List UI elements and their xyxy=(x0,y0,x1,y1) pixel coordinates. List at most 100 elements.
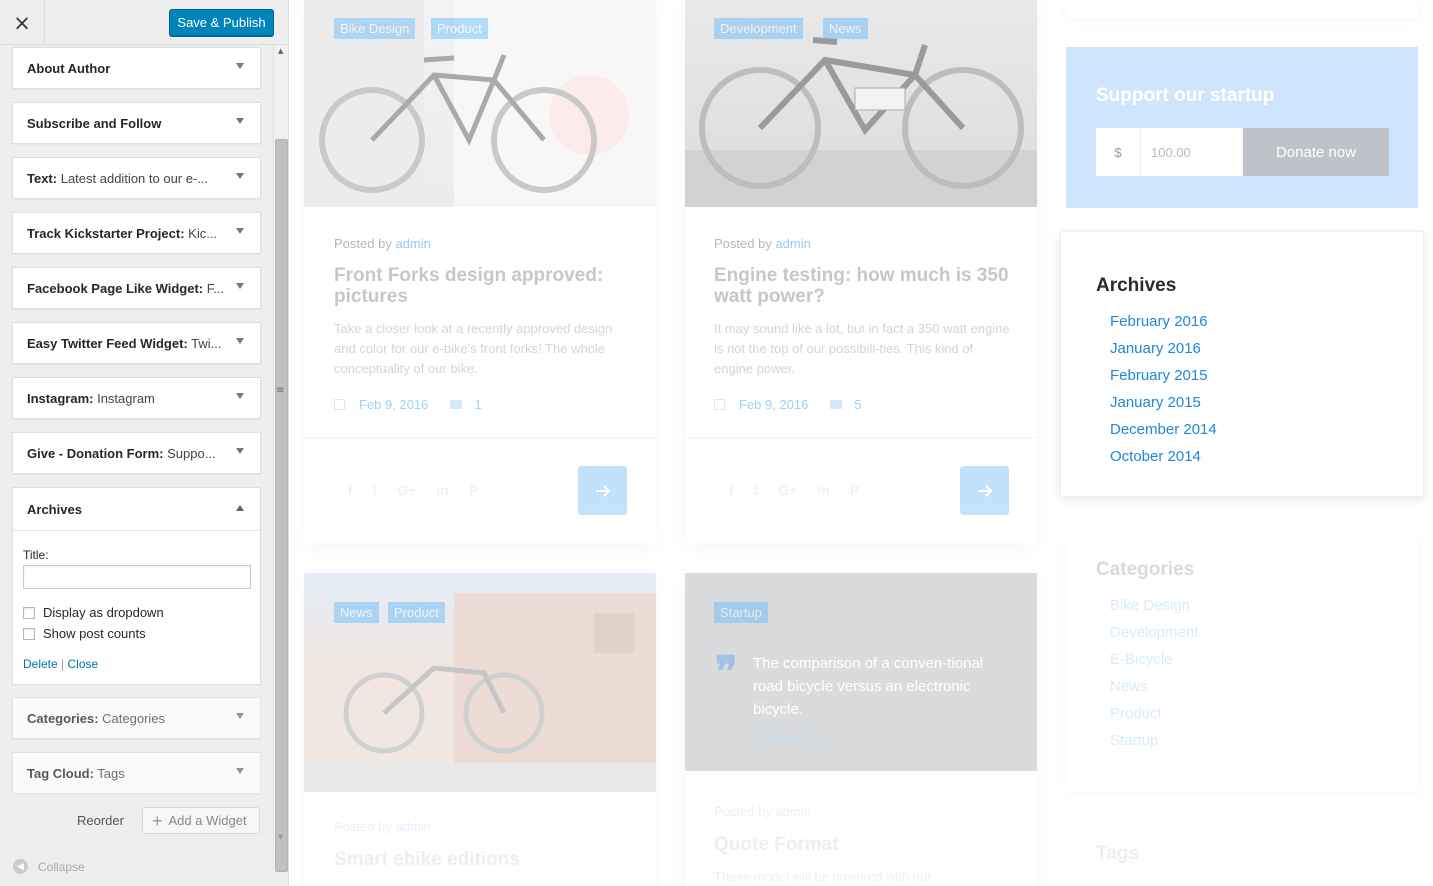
widget-archives-expanded: Archives Title: Display as dropdown Show… xyxy=(12,487,261,685)
widget-facebook-like[interactable]: Facebook Page Like Widget: F... xyxy=(12,267,261,309)
archive-link[interactable]: December 2014 xyxy=(1110,420,1217,447)
category-link[interactable]: E-Bicycle xyxy=(1110,650,1198,677)
linkedin-icon[interactable]: in xyxy=(436,482,448,498)
widget-tag-cloud[interactable]: Tag Cloud: Tags xyxy=(12,752,261,794)
chevron-down-icon[interactable] xyxy=(236,118,244,124)
author-link[interactable]: admin xyxy=(395,236,430,251)
widget-text[interactable]: Text: Latest addition to our e-... xyxy=(12,157,261,199)
postcounts-option[interactable]: Show post counts xyxy=(23,626,146,641)
chevron-down-icon[interactable] xyxy=(236,338,244,344)
category-link[interactable]: News xyxy=(1110,677,1198,704)
plus-icon: + xyxy=(152,810,163,831)
widget-kickstarter[interactable]: Track Kickstarter Project: Kic... xyxy=(12,212,261,254)
post-date: Feb 9, 2016 xyxy=(739,397,809,412)
pinterest-icon[interactable]: P xyxy=(850,482,859,498)
widget-title: Categories: Categories xyxy=(27,711,166,726)
customizer-sidebar: × Save & Publish About Author Subscribe … xyxy=(0,0,289,886)
quote-block: Startup ❞ The comparison of a conven-tio… xyxy=(685,573,1037,771)
archive-link[interactable]: February 2016 xyxy=(1110,312,1217,339)
chevron-down-icon[interactable] xyxy=(236,228,244,234)
scrollbar-thumb[interactable] xyxy=(275,139,288,872)
category-tag[interactable]: Product xyxy=(431,18,488,39)
category-link[interactable]: Product xyxy=(1110,704,1198,731)
widget-title: Archives xyxy=(27,502,82,517)
dropdown-option[interactable]: Display as dropdown xyxy=(23,605,164,620)
save-publish-button[interactable]: Save & Publish xyxy=(169,9,274,36)
chevron-down-icon[interactable] xyxy=(236,283,244,289)
widget-title: Instagram: Instagram xyxy=(27,391,155,406)
archive-link[interactable]: October 2014 xyxy=(1110,447,1217,474)
dropdown-checkbox[interactable] xyxy=(23,606,35,619)
category-tag[interactable]: News xyxy=(823,18,868,39)
post-title[interactable]: Smart ebike editions xyxy=(334,849,634,870)
category-tag[interactable]: Bike Design xyxy=(334,18,416,39)
widget-title: Give - Donation Form: Suppo... xyxy=(27,446,216,461)
site-preview: Bike Design Product Posted by admin Fron… xyxy=(289,0,1433,886)
close-icon[interactable]: × xyxy=(0,0,45,45)
archive-link[interactable]: January 2016 xyxy=(1110,339,1217,366)
title-input[interactable] xyxy=(23,565,251,589)
widget-about-author[interactable]: About Author xyxy=(12,47,261,89)
widget-actions: Delete | Close xyxy=(23,657,98,671)
widget-title: Facebook Page Like Widget: F... xyxy=(27,281,225,296)
category-tag[interactable]: Development xyxy=(714,18,803,39)
chevron-down-icon[interactable] xyxy=(236,393,244,399)
collapse-arrow-icon: ◀ xyxy=(13,859,28,874)
tags-title: Tags xyxy=(1096,843,1139,864)
read-more-button[interactable] xyxy=(960,466,1009,515)
delete-link[interactable]: Delete xyxy=(23,657,58,671)
category-link[interactable]: Startup xyxy=(1110,731,1198,758)
google-plus-icon[interactable]: G+ xyxy=(397,482,416,498)
donation-amount-input[interactable]: 100.00 xyxy=(1141,128,1243,176)
chevron-down-icon[interactable] xyxy=(236,448,244,454)
collapse-button[interactable]: ◀ Collapse xyxy=(13,859,85,874)
category-tag[interactable]: News xyxy=(334,602,379,623)
post-title[interactable]: Engine testing: how much is 350 watt pow… xyxy=(714,265,1014,307)
twitter-icon[interactable]: t xyxy=(754,482,759,498)
donate-now-button[interactable]: Donate now xyxy=(1243,128,1389,176)
category-tag[interactable]: Product xyxy=(388,602,445,623)
pinterest-icon[interactable]: P xyxy=(469,482,478,498)
author-link[interactable]: admin xyxy=(775,804,810,819)
google-plus-icon[interactable]: G+ xyxy=(778,482,797,498)
facebook-icon[interactable]: f xyxy=(729,482,734,498)
post-title[interactable]: Front Forks design approved: pictures xyxy=(334,265,634,307)
category-link[interactable]: Development xyxy=(1110,623,1198,650)
archive-link[interactable]: February 2015 xyxy=(1110,366,1217,393)
sidebar-scrollbar[interactable]: ▲ ≡ ▼ xyxy=(273,45,288,872)
widget-title: About Author xyxy=(27,61,111,76)
category-tag[interactable]: Startup xyxy=(714,602,768,623)
widget-categories[interactable]: Categories: Categories xyxy=(12,697,261,739)
scroll-down-arrow-icon[interactable]: ▼ xyxy=(278,833,283,841)
quote-icon: ❞ xyxy=(715,647,738,696)
close-link[interactable]: Close xyxy=(68,657,99,671)
widget-archives-header[interactable]: Archives xyxy=(13,488,260,531)
read-more-button[interactable] xyxy=(578,466,627,515)
widget-title: Subscribe and Follow xyxy=(27,116,162,131)
author-link[interactable]: admin xyxy=(775,236,810,251)
postcounts-checkbox[interactable] xyxy=(23,627,35,640)
archive-link[interactable]: January 2015 xyxy=(1110,393,1217,420)
facebook-icon[interactable]: f xyxy=(348,482,353,498)
chevron-up-icon[interactable] xyxy=(236,505,244,511)
widget-instagram[interactable]: Instagram: Instagram xyxy=(12,377,261,419)
chevron-down-icon[interactable] xyxy=(236,713,244,719)
currency-symbol: $ xyxy=(1096,128,1141,176)
widget-twitter-feed[interactable]: Easy Twitter Feed Widget: Twi... xyxy=(12,322,261,364)
author-link[interactable]: admin xyxy=(395,819,430,834)
chevron-down-icon[interactable] xyxy=(236,173,244,179)
widget-subscribe-follow[interactable]: Subscribe and Follow xyxy=(12,102,261,144)
linkedin-icon[interactable]: in xyxy=(817,482,829,498)
reorder-link[interactable]: Reorder xyxy=(77,813,124,828)
post-title[interactable]: Quote Format xyxy=(714,834,1014,855)
arrow-right-icon xyxy=(595,484,610,497)
category-link[interactable]: Bike Design xyxy=(1110,596,1198,623)
twitter-icon[interactable]: t xyxy=(373,482,378,498)
post-card: News Product Posted by admin Smart ebike… xyxy=(304,573,656,886)
scroll-up-arrow-icon[interactable]: ▲ xyxy=(278,47,283,55)
chevron-down-icon[interactable] xyxy=(236,768,244,774)
quote-text: The comparison of a conven-tional road b… xyxy=(753,655,984,718)
widget-donation-form[interactable]: Give - Donation Form: Suppo... xyxy=(12,432,261,474)
chevron-down-icon[interactable] xyxy=(236,63,244,69)
add-widget-button[interactable]: + Add a Widget xyxy=(142,807,260,834)
